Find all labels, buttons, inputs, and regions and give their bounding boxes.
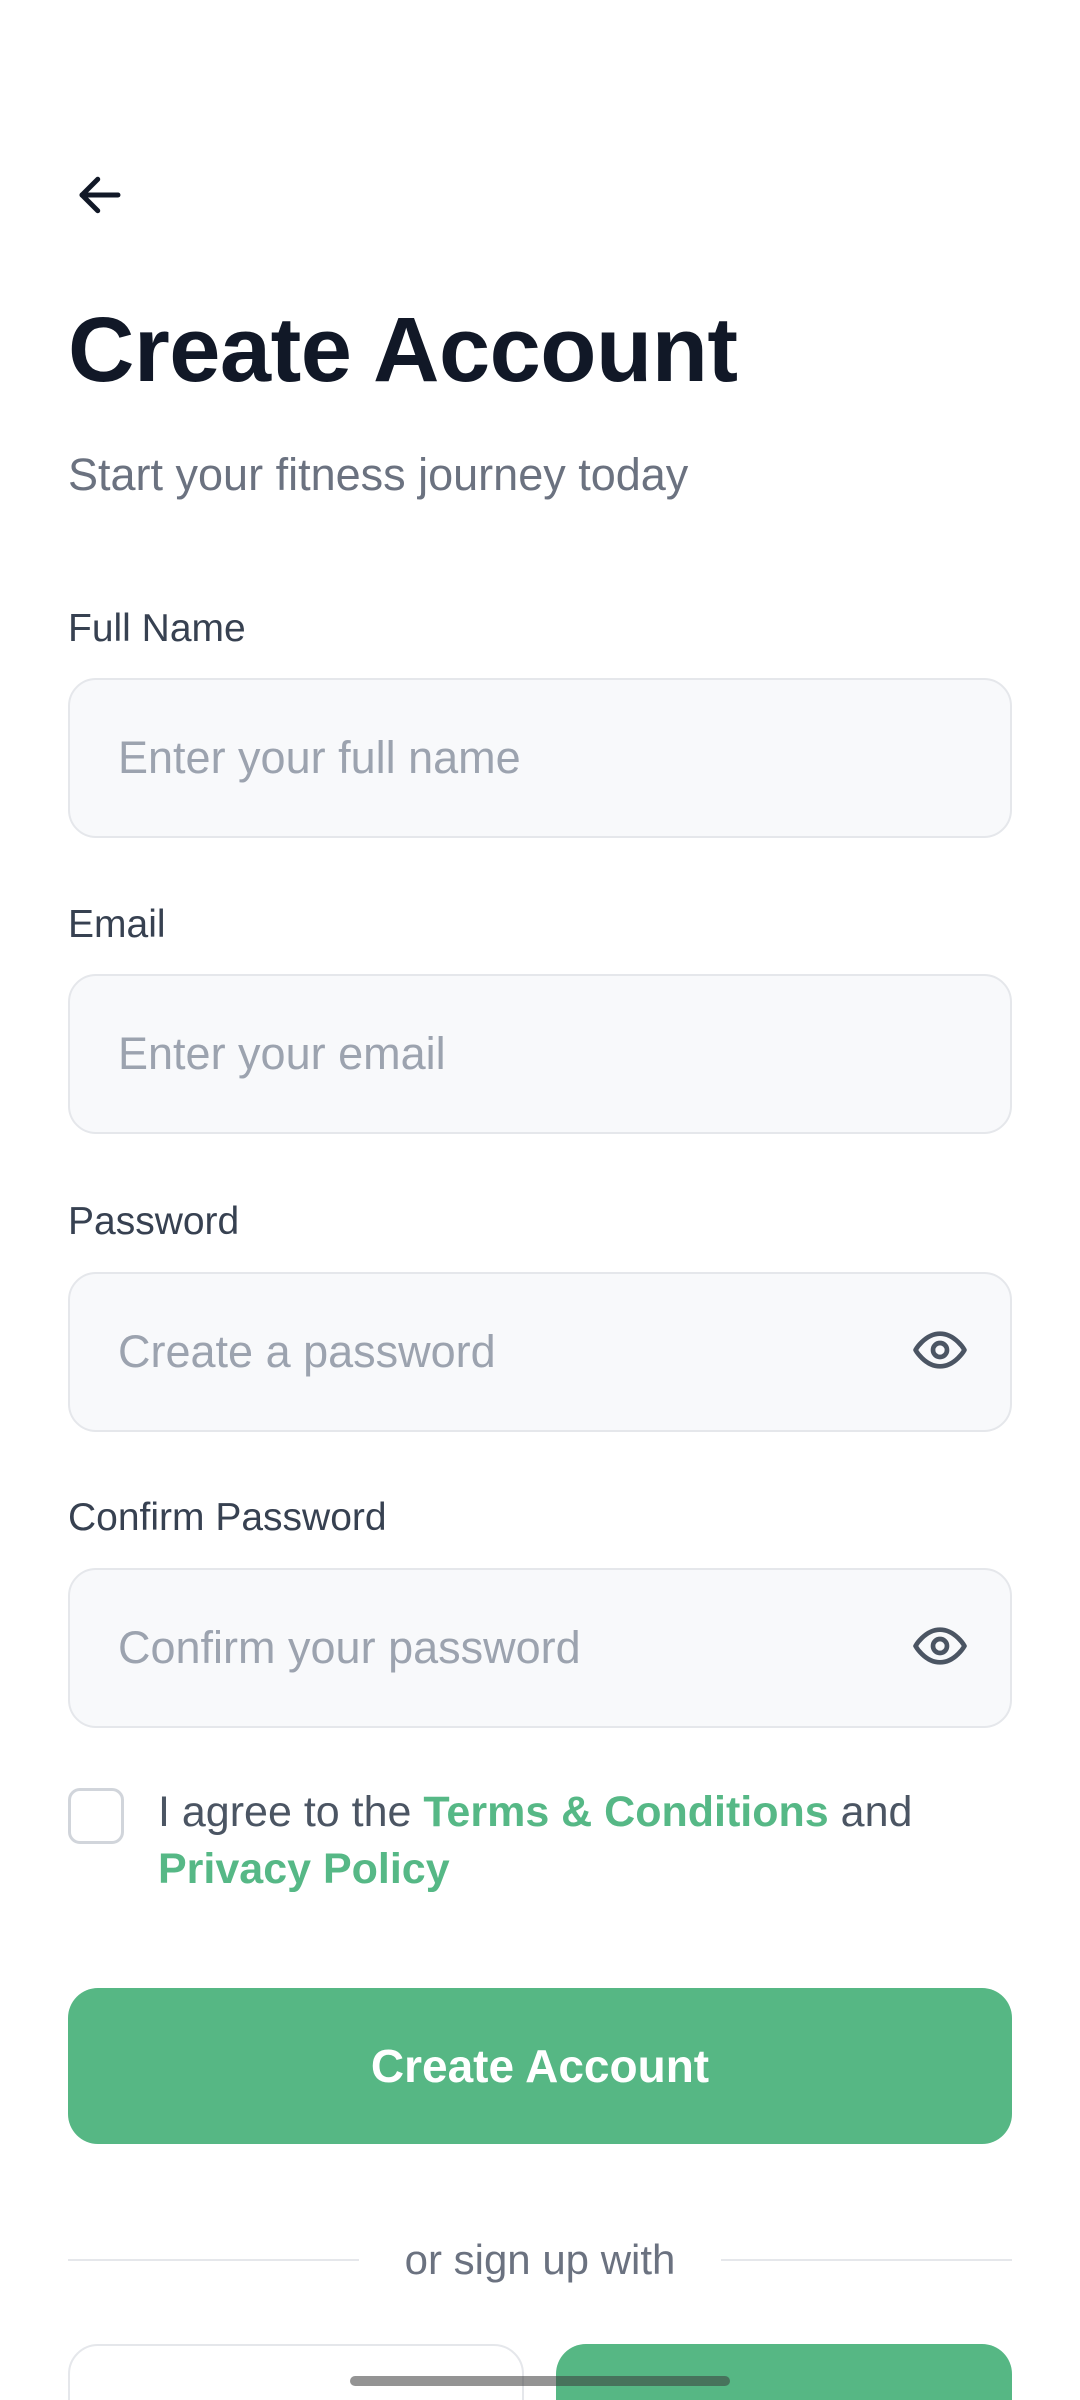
privacy-policy-link[interactable]: Privacy Policy	[158, 1845, 450, 1893]
create-account-button[interactable]: Create Account	[68, 1988, 1012, 2144]
back-button[interactable]	[68, 165, 132, 229]
eye-icon	[912, 1618, 968, 1679]
divider-line-right	[721, 2259, 1012, 2261]
page-subtitle: Start your fitness journey today	[68, 449, 689, 500]
confirm-password-input[interactable]	[116, 1621, 910, 1675]
sign-up-divider: or sign up with	[68, 2230, 1012, 2290]
full-name-label: Full Name	[68, 607, 246, 650]
email-field-container	[68, 974, 1012, 1134]
confirm-password-field-container	[68, 1568, 1012, 1728]
email-label: Email	[68, 903, 166, 946]
eye-icon	[912, 1322, 968, 1383]
email-input[interactable]	[116, 1027, 970, 1081]
terms-checkbox[interactable]	[68, 1788, 124, 1844]
divider-text: or sign up with	[404, 2236, 676, 2283]
arrow-left-icon	[73, 168, 127, 227]
create-account-screen: Create Account Start your fitness journe…	[0, 0, 1080, 2400]
full-name-input[interactable]	[116, 731, 970, 785]
toggle-password-visibility-button[interactable]	[910, 1322, 970, 1382]
page-title: Create Account	[68, 299, 738, 401]
confirm-password-label: Confirm Password	[68, 1496, 387, 1539]
full-name-field-container	[68, 678, 1012, 838]
password-field-container	[68, 1272, 1012, 1432]
terms-agreement-text: I agree to the Terms & Conditions and Pri…	[158, 1784, 958, 1898]
toggle-confirm-password-visibility-button[interactable]	[910, 1618, 970, 1678]
agreement-prefix-text: I agree to the	[158, 1788, 424, 1836]
password-label: Password	[68, 1200, 240, 1243]
home-indicator	[350, 2376, 730, 2386]
terms-conditions-link[interactable]: Terms & Conditions	[423, 1788, 828, 1836]
social-signup-button-right[interactable]	[556, 2344, 1012, 2400]
divider-line-left	[68, 2259, 359, 2261]
password-input[interactable]	[116, 1325, 910, 1379]
agreement-middle-text: and	[828, 1788, 913, 1836]
social-signup-button-left[interactable]	[68, 2344, 524, 2400]
